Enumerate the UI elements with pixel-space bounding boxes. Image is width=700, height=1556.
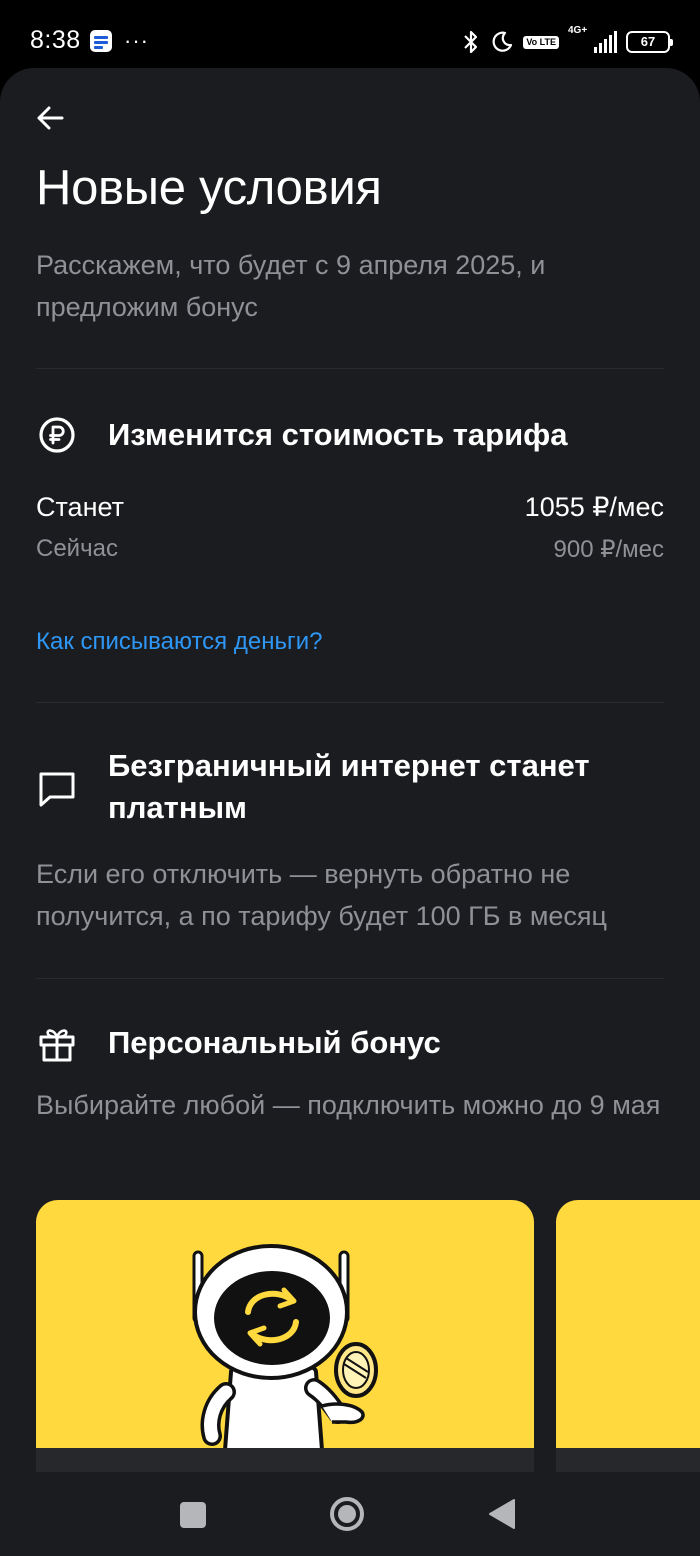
internet-section-title: Безграничный интернет станет платным <box>108 748 590 825</box>
network-type: 4G+ <box>568 25 588 36</box>
page-title: Новые условия <box>36 161 382 215</box>
conditions-sheet: Новые условия Расскажем, что будет с 9 а… <box>0 68 700 1472</box>
current-price-row: Сейчас 900 ₽/мес <box>36 535 664 564</box>
bonus-section-body: Выбирайте любой — подключить можно до 9 … <box>36 1090 661 1120</box>
gift-icon <box>39 1029 75 1062</box>
signal-icon: 4G+ <box>568 25 617 53</box>
bonus-card[interactable] <box>36 1200 534 1472</box>
page-subtitle: Расскажем, что будет с 9 апреля 2025, и … <box>36 250 546 322</box>
back-triangle-icon[interactable] <box>482 1494 522 1534</box>
system-nav-bar <box>0 1472 700 1556</box>
internet-section-body: Если его отключить — вернуть обратно не … <box>36 859 607 931</box>
notification-app-icon <box>90 30 112 52</box>
how-money-charged-link[interactable]: Как списываются деньги? <box>36 628 322 656</box>
ruble-icon <box>39 417 75 453</box>
card-footer <box>556 1448 700 1472</box>
status-icons: Vo LTE 4G+ 67 <box>461 25 673 56</box>
robot-with-coin-illustration <box>192 1244 378 1450</box>
card-footer <box>36 1448 534 1472</box>
back-button[interactable] <box>26 94 74 142</box>
new-price-label: Станет <box>36 492 124 522</box>
bonus-card[interactable] <box>556 1200 700 1472</box>
bluetooth-icon <box>464 30 478 54</box>
current-price-label: Сейчас <box>36 535 118 562</box>
more-notifications-icon: ··· <box>124 28 149 53</box>
arrow-left-icon <box>37 106 64 130</box>
divider <box>36 978 664 979</box>
volte-icon: Vo LTE <box>523 35 559 49</box>
moon-icon <box>492 31 513 52</box>
price-section-title: Изменится стоимость тарифа <box>108 417 568 452</box>
recent-apps-icon[interactable] <box>172 1494 212 1534</box>
new-price-value: 1055 ₽/мес <box>524 492 664 522</box>
bonus-section-title: Персональный бонус <box>108 1025 441 1060</box>
message-square-icon <box>39 772 75 807</box>
home-icon[interactable] <box>327 1494 367 1534</box>
new-price-row: Станет 1055 ₽/мес <box>36 492 664 523</box>
current-price-value: 900 ₽/мес <box>553 536 665 563</box>
status-time: 8:38 <box>30 26 81 54</box>
divider <box>36 702 664 703</box>
divider <box>36 368 664 369</box>
battery-icon: 67 <box>626 31 673 53</box>
